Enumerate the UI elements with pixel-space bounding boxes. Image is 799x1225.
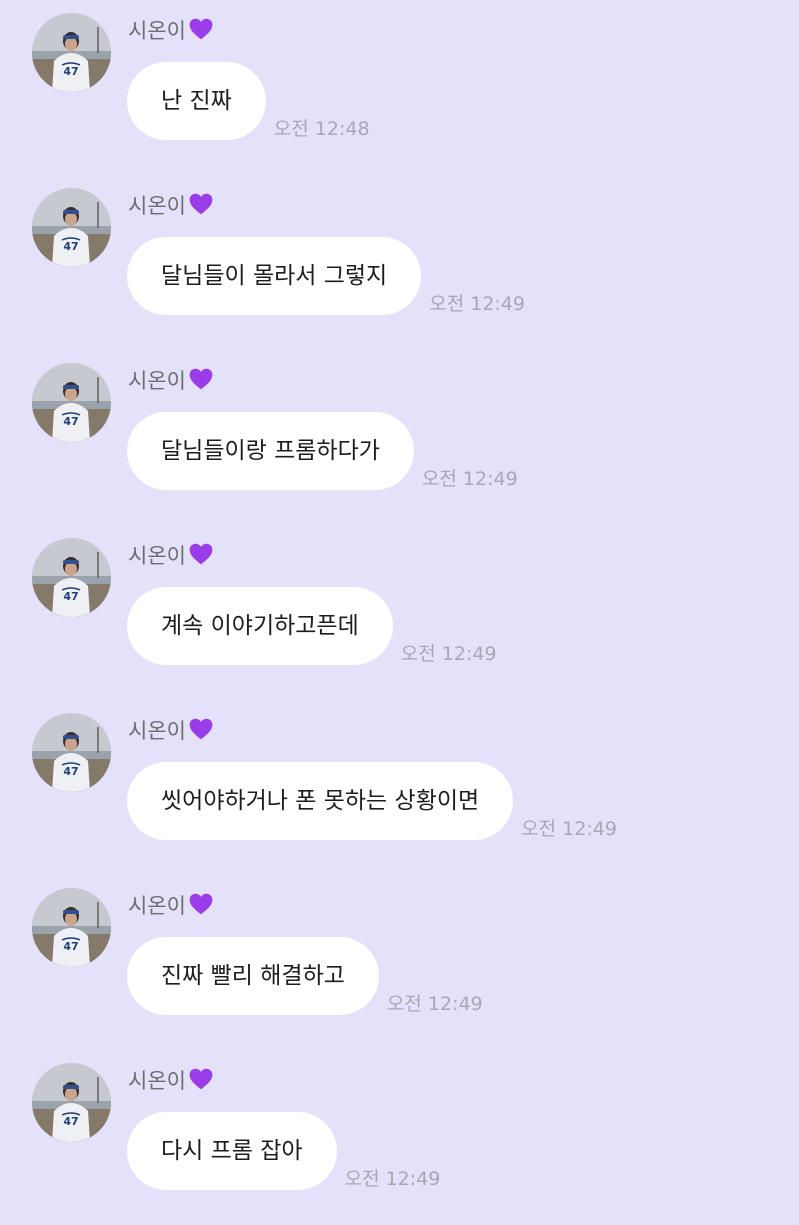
purple-heart-icon [188,891,214,917]
purple-heart-icon [188,191,214,217]
chat-message-list[interactable]: 47 시온이 난 진짜 오전 12:48 47 시온이 달님들이 몰라서 그렇지 [0,0,799,1200]
message-timestamp: 오전 12:48 [273,118,370,140]
svg-text:47: 47 [63,415,78,428]
message-timestamp: 오전 12:49 [344,1168,441,1190]
message-bubble[interactable]: 진짜 빨리 해결하고 [127,937,379,1015]
purple-heart-icon [188,1066,214,1092]
purple-heart-icon [188,541,214,567]
chat-message: 47 시온이 난 진짜 오전 12:48 [0,0,799,175]
chat-message: 47 시온이 달님들이랑 프롬하다가 오전 12:49 [0,350,799,525]
sender-label: 시온이 [128,1069,186,1093]
sender-name: 시온이 [128,366,214,396]
sender-name: 시온이 [128,891,214,921]
avatar[interactable]: 47 [32,1063,111,1142]
chat-message: 47 시온이 달님들이 몰라서 그렇지 오전 12:49 [0,175,799,350]
message-timestamp: 오전 12:49 [400,643,497,665]
svg-text:47: 47 [63,1115,78,1128]
avatar[interactable]: 47 [32,538,111,617]
sender-name: 시온이 [128,716,214,746]
svg-text:47: 47 [63,940,78,953]
sender-name: 시온이 [128,191,214,221]
message-bubble[interactable]: 달님들이 몰라서 그렇지 [127,237,422,315]
svg-text:47: 47 [63,765,78,778]
message-bubble[interactable]: 난 진짜 [127,62,266,140]
message-bubble[interactable]: 다시 프롬 잡아 [127,1112,337,1190]
svg-text:47: 47 [63,65,78,78]
message-timestamp: 오전 12:49 [429,293,525,315]
message-bubble[interactable]: 계속 이야기하고픈데 [127,587,393,665]
purple-heart-icon [188,16,214,42]
chat-message: 47 시온이 씻어야하거나 폰 못하는 상황이면 오전 12:49 [0,700,799,875]
purple-heart-icon [188,716,214,742]
sender-label: 시온이 [128,544,186,568]
message-timestamp: 오전 12:49 [521,818,617,840]
sender-name: 시온이 [128,1066,214,1096]
sender-label: 시온이 [128,369,186,393]
svg-text:47: 47 [63,590,78,603]
avatar[interactable]: 47 [32,13,111,92]
sender-name: 시온이 [128,541,214,571]
avatar[interactable]: 47 [32,713,111,792]
sender-label: 시온이 [128,194,186,218]
sender-label: 시온이 [128,719,186,743]
avatar[interactable]: 47 [32,363,111,442]
purple-heart-icon [188,366,214,392]
sender-name: 시온이 [128,16,214,46]
sender-label: 시온이 [128,19,186,43]
sender-label: 시온이 [128,894,186,918]
avatar[interactable]: 47 [32,888,111,967]
chat-message: 47 시온이 진짜 빨리 해결하고 오전 12:49 [0,875,799,1050]
svg-text:47: 47 [63,240,78,253]
message-bubble[interactable]: 달님들이랑 프롬하다가 [127,412,414,490]
avatar[interactable]: 47 [32,188,111,267]
message-timestamp: 오전 12:49 [421,468,518,490]
chat-message: 47 시온이 다시 프롬 잡아 오전 12:49 [0,1050,799,1225]
message-bubble[interactable]: 씻어야하거나 폰 못하는 상황이면 [127,762,514,840]
message-timestamp: 오전 12:49 [386,993,483,1015]
chat-message: 47 시온이 계속 이야기하고픈데 오전 12:49 [0,525,799,700]
